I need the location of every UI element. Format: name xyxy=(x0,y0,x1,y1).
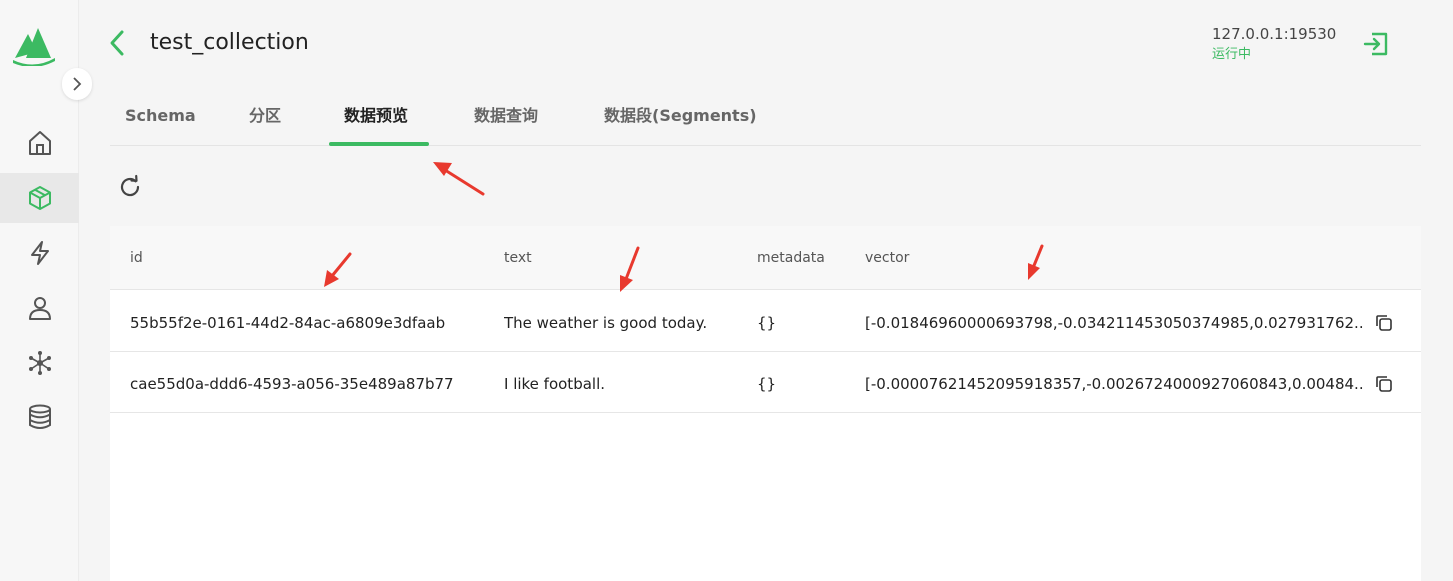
active-tab-indicator xyxy=(329,142,429,146)
sidebar-item-home[interactable] xyxy=(0,118,79,168)
tab-data-preview[interactable]: 数据预览 xyxy=(344,104,408,128)
sidebar xyxy=(0,0,92,581)
tab-segments[interactable]: 数据段(Segments) xyxy=(604,104,757,128)
back-arrow-icon[interactable] xyxy=(106,29,128,57)
column-header-vector[interactable]: vector xyxy=(865,248,909,268)
sidebar-item-system[interactable] xyxy=(0,338,79,388)
table-row[interactable]: 55b55f2e-0161-44d2-84ac-a6809e3dfaab The… xyxy=(110,291,1421,352)
sidebar-item-users[interactable] xyxy=(0,283,79,333)
milvus-logo[interactable] xyxy=(11,24,57,66)
cell-vector: [-0.00007621452095918357,-0.002672400092… xyxy=(865,375,1365,393)
data-preview-table: id text metadata vector 55b55f2e-0161-44… xyxy=(110,226,1421,581)
copy-icon[interactable] xyxy=(1374,313,1394,333)
cell-id: cae55d0a-ddd6-4593-a056-35e489a87b77 xyxy=(130,375,454,393)
sidebar-expand-button[interactable] xyxy=(62,68,92,100)
cube-icon xyxy=(28,186,51,210)
chevron-right-icon xyxy=(73,77,82,91)
cell-text: The weather is good today. xyxy=(504,314,708,332)
refresh-icon[interactable] xyxy=(117,174,143,200)
tab-partitions[interactable]: 分区 xyxy=(249,104,281,128)
cell-text: I like football. xyxy=(504,375,606,393)
table-header: id text metadata vector xyxy=(110,226,1421,290)
network-icon xyxy=(28,351,51,375)
lightning-icon xyxy=(30,241,49,265)
tab-schema[interactable]: Schema xyxy=(125,104,196,128)
server-status: 运行中 xyxy=(1212,47,1252,62)
home-icon xyxy=(28,131,51,155)
cell-metadata: {} xyxy=(757,375,777,393)
sidebar-item-collections[interactable] xyxy=(0,173,79,223)
column-header-id[interactable]: id xyxy=(130,248,143,268)
page-title: test_collection xyxy=(150,30,309,55)
cell-metadata: {} xyxy=(757,314,777,332)
column-header-metadata[interactable]: metadata xyxy=(757,248,825,268)
database-icon xyxy=(28,404,51,429)
tab-data-query[interactable]: 数据查询 xyxy=(474,104,538,128)
copy-icon[interactable] xyxy=(1374,374,1394,394)
collection-tabs: Schema 分区 数据预览 数据查询 数据段(Segments) xyxy=(110,100,1421,146)
annotation-arrow-head xyxy=(433,162,452,176)
user-icon xyxy=(28,297,51,320)
logout-icon[interactable] xyxy=(1362,30,1390,58)
table-row[interactable]: cae55d0a-ddd6-4593-a056-35e489a87b77 I l… xyxy=(110,352,1421,413)
sidebar-item-database[interactable] xyxy=(0,392,79,442)
annotation-arrow xyxy=(443,168,485,196)
cell-vector: [-0.01846960000693798,-0.034211453050374… xyxy=(865,314,1365,332)
column-header-text[interactable]: text xyxy=(504,248,532,268)
sidebar-item-query[interactable] xyxy=(0,228,79,278)
cell-id: 55b55f2e-0161-44d2-84ac-a6809e3dfaab xyxy=(130,314,446,332)
server-address: 127.0.0.1:19530 xyxy=(1212,25,1337,43)
